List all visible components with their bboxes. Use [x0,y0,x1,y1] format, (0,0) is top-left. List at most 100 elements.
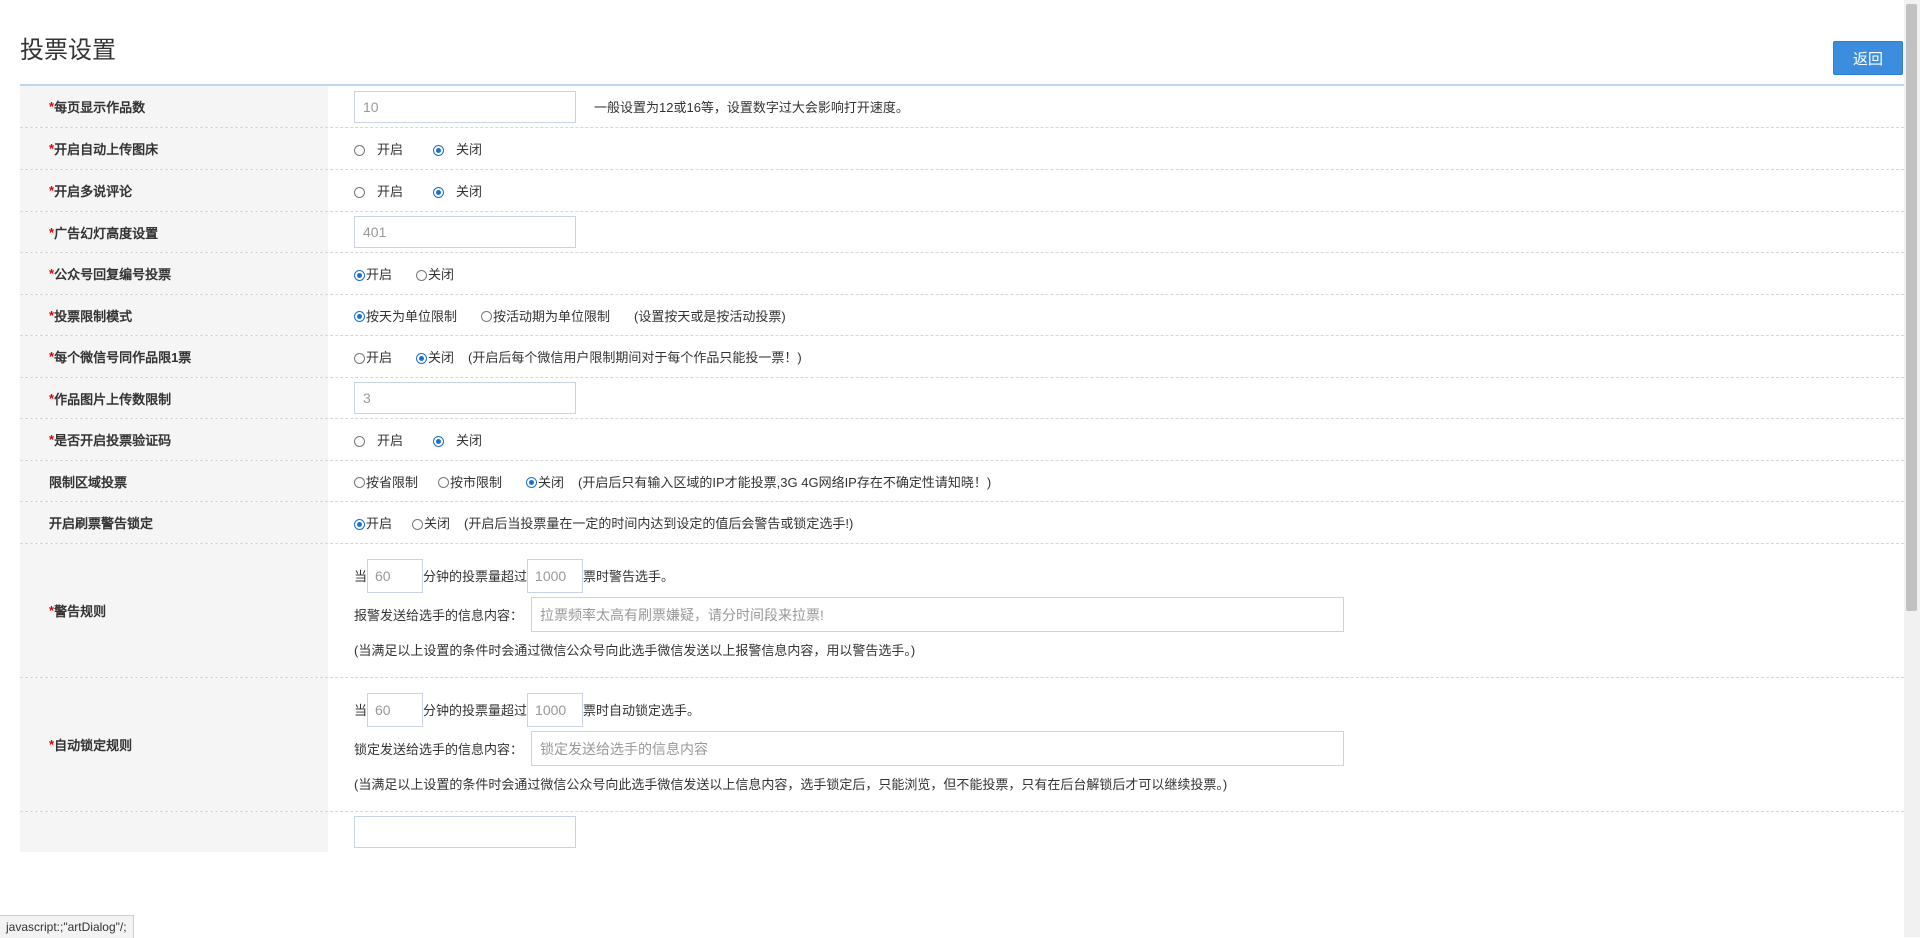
limit-by-period-option[interactable]: 按活动期为单位限制 [481,306,610,325]
lock-threshold-line: 当 60 分钟的投票量超过 1000 票时自动锁定选手。 [354,692,700,728]
row-value: 开启 关闭 (开启后当投票量在一定的时间内达到设定的值后会警告或锁定选手!) [328,502,1904,543]
row-label [20,812,328,852]
region-off-option[interactable]: 关闭 [526,472,564,491]
radio-button[interactable] [354,186,365,198]
radio-button[interactable] [416,352,428,364]
region-limit-hint: (开启后只有输入区域的IP才能投票,3G 4G网络IP存在不确定性请知晓！) [578,474,992,490]
row-vote-limit-mode: * 投票限制模式 按天为单位限制 按活动期为单位限制 (设置按天或是按活动投票) [20,295,1904,336]
fraud-lock-off-option[interactable]: 关闭 [412,513,450,532]
row-value: 当 60 分钟的投票量超过 1000 票时警告选手。 报警发送给选手的信息内容：… [328,544,1904,677]
radio-button[interactable] [354,269,365,281]
warning-votes-input[interactable]: 1000 [527,558,584,593]
radio-button[interactable] [416,269,428,281]
warning-threshold-line: 当 60 分钟的投票量超过 1000 票时警告选手。 [354,558,674,594]
browser-status-bar: javascript:;"artDialog"/; [0,915,134,938]
row-value: 3 [328,378,1904,418]
region-province-option[interactable]: 按省限制 [354,472,418,491]
row-value: 按天为单位限制 按活动期为单位限制 (设置按天或是按活动投票) [328,295,1904,335]
lock-message-input[interactable]: 锁定发送给选手的信息内容 [531,731,1345,766]
one-vote-off-option[interactable]: 关闭 [416,347,454,366]
warning-message-line: 报警发送给选手的信息内容： 拉票频率太高有刷票嫌疑，请分时间段来拉票! [354,594,1345,636]
row-one-vote-per-wechat: * 每个微信号同作品限1票 开启 关闭 (开启后每个微信用户限制期间对于每个作品只… [20,336,1904,378]
lock-note: (当满足以上设置的条件时会通过微信公众号向此选手微信发送以上信息内容，选手锁定后… [354,777,1228,792]
limit-by-day-option[interactable]: 按天为单位限制 [354,306,457,325]
ad-slider-height-input[interactable]: 401 [354,216,576,248]
auto-upload-on-option[interactable]: 开启 [354,139,403,158]
lock-minutes-input[interactable]: 60 [367,692,424,727]
lock-message-line: 锁定发送给选手的信息内容： 锁定发送给选手的信息内容 [354,728,1345,770]
row-ad-slider-height: * 广告幻灯高度设置 401 [20,212,1904,253]
back-button[interactable]: 返回 [1833,41,1903,75]
row-label: * 警告规则 [20,544,328,677]
radio-button[interactable] [354,352,365,364]
radio-button[interactable] [354,144,365,156]
radio-button[interactable] [481,311,493,322]
row-vote-captcha: * 是否开启投票验证码 开启 关闭 [20,419,1904,461]
settings-form: * 每页显示作品数 10 一般设置为12或16等，设置数字过大会影响打开速度。 *… [20,86,1904,852]
row-auto-lock-rule: * 自动锁定规则 当 60 分钟的投票量超过 1000 票时自动锁定选手。 锁定发… [20,678,1904,812]
radio-button[interactable] [433,186,445,198]
warning-minutes-input[interactable]: 60 [367,558,424,593]
row-image-upload-limit: * 作品图片上传数限制 3 [20,378,1904,419]
region-city-option[interactable]: 按市限制 [438,472,502,491]
row-partial-next [20,812,1904,852]
row-value: 401 [328,212,1904,252]
radio-button[interactable] [354,311,365,322]
warning-note: (当满足以上设置的条件时会通过微信公众号向此选手微信发送以上报警信息内容，用以警… [354,643,916,658]
lock-votes-input[interactable]: 1000 [527,692,584,727]
row-label: 开启刷票警告锁定 [20,502,328,543]
row-value: 开启 关闭 [328,253,1904,294]
row-auto-upload: * 开启自动上传图床 开启 关闭 [20,128,1904,170]
one-vote-hint: (开启后每个微信用户限制期间对于每个作品只能投一票！) [468,350,802,365]
row-value: 开启 关闭 (开启后每个微信用户限制期间对于每个作品只能投一票！) [328,336,1904,377]
row-label: * 开启自动上传图床 [20,128,328,169]
row-works-per-page: * 每页显示作品数 10 一般设置为12或16等，设置数字过大会影响打开速度。 [20,86,1904,128]
one-vote-on-option[interactable]: 开启 [354,347,392,366]
row-value [328,812,1904,852]
row-fraud-warning-lock: 开启刷票警告锁定 开启 关闭 (开启后当投票量在一定的时间内达到设定的值后会警告… [20,502,1904,544]
radio-button[interactable] [412,518,424,530]
row-value: 当 60 分钟的投票量超过 1000 票时自动锁定选手。 锁定发送给选手的信息内… [328,678,1904,811]
comments-off-option[interactable]: 关闭 [433,181,482,200]
reply-vote-off-option[interactable]: 关闭 [416,264,454,283]
partial-input[interactable] [354,816,576,848]
row-value: 开启 关闭 [328,128,1904,169]
warning-message-input[interactable]: 拉票频率太高有刷票嫌疑，请分时间段来拉票! [531,597,1345,632]
radio-button[interactable] [354,435,365,447]
row-region-limit: 限制区域投票 按省限制 按市限制 关闭 (开启后只有输入区域的IP才能投票,3G… [20,461,1904,502]
captcha-on-option[interactable]: 开启 [354,430,403,449]
limit-mode-hint: (设置按天或是按活动投票) [634,308,786,324]
row-label: * 投票限制模式 [20,295,328,335]
image-upload-limit-input[interactable]: 3 [354,382,576,414]
row-label: * 每页显示作品数 [20,86,328,127]
comments-on-option[interactable]: 开启 [354,181,403,200]
row-value: 开启 关闭 [328,419,1904,460]
fraud-lock-on-option[interactable]: 开启 [354,513,392,532]
radio-button[interactable] [354,518,365,530]
row-label: * 公众号回复编号投票 [20,253,328,294]
page-title: 投票设置 [20,37,116,64]
scrollbar-thumb[interactable] [1906,4,1917,611]
works-per-page-input[interactable]: 10 [354,90,576,123]
radio-button[interactable] [433,435,445,447]
row-value: 开启 关闭 [328,170,1904,211]
row-duoshuo-comments: * 开启多说评论 开启 关闭 [20,170,1904,212]
radio-button[interactable] [526,477,538,488]
radio-button[interactable] [354,477,365,488]
fraud-lock-hint: (开启后当投票量在一定的时间内达到设定的值后会警告或锁定选手!) [464,516,854,531]
row-warning-rule: * 警告规则 当 60 分钟的投票量超过 1000 票时警告选手。 报警发送给选手… [20,544,1904,678]
row-value: 10 一般设置为12或16等，设置数字过大会影响打开速度。 [328,86,1904,127]
radio-button[interactable] [433,144,445,156]
row-reply-number-vote: * 公众号回复编号投票 开启 关闭 [20,253,1904,295]
row-label: * 每个微信号同作品限1票 [20,336,328,377]
radio-button[interactable] [438,477,450,488]
row-value: 按省限制 按市限制 关闭 (开启后只有输入区域的IP才能投票,3G 4G网络IP… [328,461,1904,501]
row-label: * 自动锁定规则 [20,678,328,811]
row-label: * 作品图片上传数限制 [20,378,328,418]
works-per-page-hint: 一般设置为12或16等，设置数字过大会影响打开速度。 [594,100,909,115]
captcha-off-option[interactable]: 关闭 [433,430,482,449]
auto-upload-off-option[interactable]: 关闭 [433,139,482,158]
reply-vote-on-option[interactable]: 开启 [354,264,392,283]
row-label: * 是否开启投票验证码 [20,419,328,460]
row-label: 限制区域投票 [20,461,328,501]
